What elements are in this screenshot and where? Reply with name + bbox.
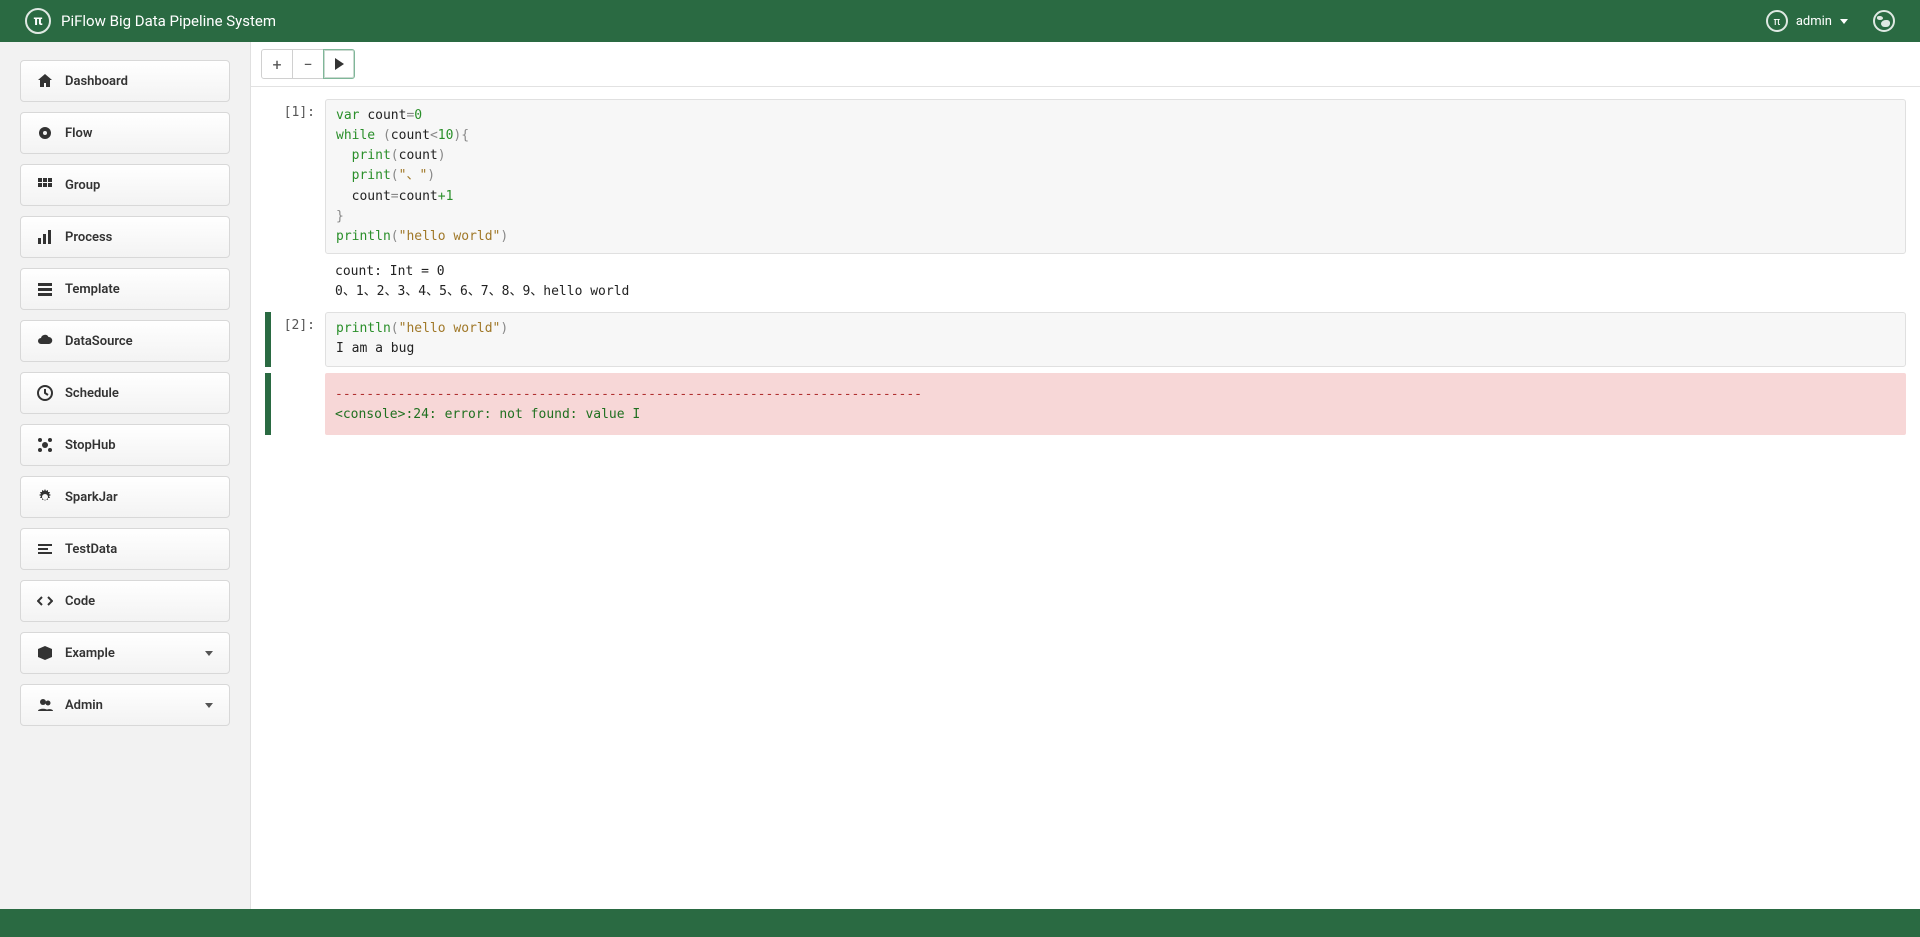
sidebar-item-datasource[interactable]: DataSource [20,320,230,362]
sidebar-item-schedule[interactable]: Schedule [20,372,230,414]
cell-prompt: [1]: [271,99,325,254]
sidebar-item-stophub[interactable]: StopHub [20,424,230,466]
sidebar-item-dashboard[interactable]: Dashboard [20,60,230,102]
code-icon [37,593,53,609]
play-icon [335,58,344,70]
plus-icon: + [272,55,281,74]
cell-output-row: count: Int = 0 0、1、2、3、4、5、6、7、8、9、hello… [265,254,1906,312]
sidebar: Dashboard Flow Group Process Template [0,42,250,909]
sidebar-item-flow[interactable]: Flow [20,112,230,154]
sidebar-item-testdata[interactable]: TestData [20,528,230,570]
sidebar-label: SparkJar [65,490,118,505]
sidebar-label: Group [65,178,100,193]
code-editor[interactable]: println("hello world") I am a bug [325,312,1906,366]
user-avatar-icon [1766,10,1788,32]
sidebar-item-process[interactable]: Process [20,216,230,258]
chevron-down-icon [205,651,213,656]
logo-icon [25,8,51,34]
sidebar-label: Code [65,594,95,609]
sidebar-label: TestData [65,542,117,557]
app-header: PiFlow Big Data Pipeline System admin [0,0,1920,42]
remove-cell-button[interactable]: − [292,49,324,79]
header-left: PiFlow Big Data Pipeline System [25,8,276,34]
sidebar-label: Template [65,282,120,297]
chart-icon [37,229,53,245]
body-area: Dashboard Flow Group Process Template [0,42,1920,909]
sidebar-label: Admin [65,698,103,713]
header-right: admin [1766,10,1895,32]
cell-prompt-blank [271,254,325,312]
cell-input-row: [1]: var count=0 while (count<10){ print… [265,99,1906,254]
cell-prompt: [2]: [271,312,325,366]
list-icon [37,281,53,297]
sidebar-item-template[interactable]: Template [20,268,230,310]
sidebar-item-code[interactable]: Code [20,580,230,622]
home-icon [37,73,53,89]
hub-icon [37,437,53,453]
sidebar-label: Dashboard [65,74,128,89]
chevron-down-icon [1840,19,1848,24]
box-icon [37,645,53,661]
sidebar-item-example[interactable]: Example [20,632,230,674]
cell-input-row: [2]: println("hello world") I am a bug [265,312,1906,366]
clock-icon [37,385,53,401]
sidebar-item-group[interactable]: Group [20,164,230,206]
sidebar-label: Flow [65,126,92,141]
code-editor[interactable]: var count=0 while (count<10){ print(coun… [325,99,1906,254]
sidebar-item-admin[interactable]: Admin [20,684,230,726]
chevron-down-icon [205,703,213,708]
app-footer [0,909,1920,937]
notebook-pane: + − [1]: var count=0 while (count<10){ p… [250,42,1920,909]
sidebar-label: Schedule [65,386,119,401]
sidebar-label: Process [65,230,112,245]
user-name: admin [1796,14,1832,29]
run-cell-button[interactable] [323,49,355,79]
add-cell-button[interactable]: + [261,49,293,79]
cell-prompt-blank [271,373,325,435]
sidebar-item-sparkjar[interactable]: SparkJar [20,476,230,518]
cell-output: count: Int = 0 0、1、2、3、4、5、6、7、8、9、hello… [325,254,1906,312]
user-menu[interactable]: admin [1766,10,1848,32]
sidebar-label: DataSource [65,334,133,349]
app-title: PiFlow Big Data Pipeline System [61,12,276,30]
lines-icon [37,541,53,557]
cell-output-row: ----------------------------------------… [265,373,1906,435]
cells-area: [1]: var count=0 while (count<10){ print… [251,87,1920,447]
flow-icon [37,125,53,141]
users-icon [37,697,53,713]
grid-icon [37,177,53,193]
sidebar-label: Example [65,646,115,661]
globe-icon[interactable] [1873,10,1895,32]
notebook-toolbar: + − [251,42,1920,87]
cell-error-output: ----------------------------------------… [325,373,1906,435]
sidebar-label: StopHub [65,438,116,453]
minus-icon: − [303,55,312,74]
cloud-icon [37,333,53,349]
gear-icon [37,489,53,505]
